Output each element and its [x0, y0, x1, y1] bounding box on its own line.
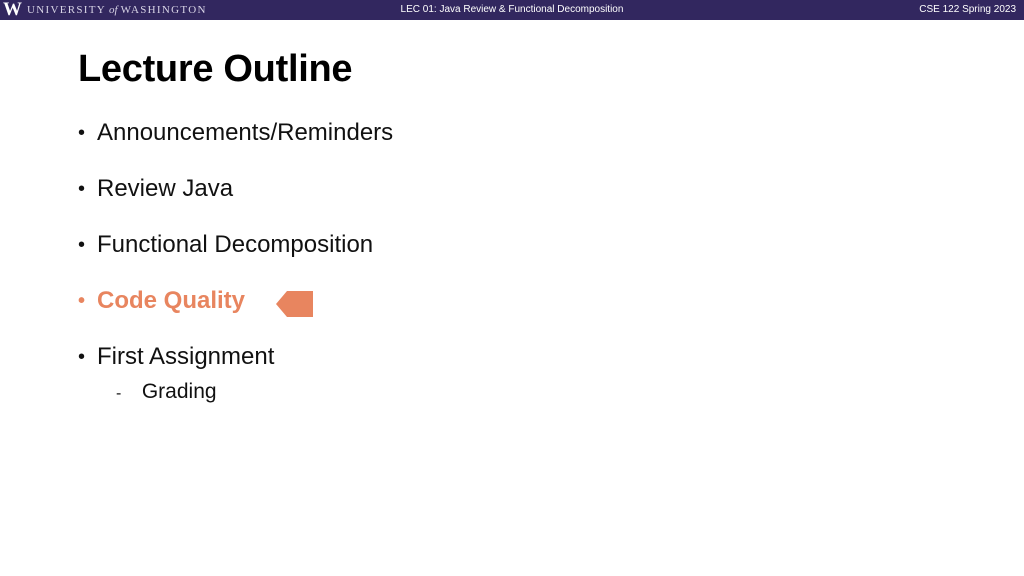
current-section-marker: [276, 291, 313, 317]
bullet-icon: •: [78, 234, 86, 256]
header-bar: W UNIVERSITY of WASHINGTON LEC 01: Java Re…: [0, 0, 1024, 20]
outline-item-first-assignment: • First Assignment: [78, 343, 275, 370]
outline-item-code-quality: • Code Quality: [78, 287, 246, 314]
dash-bullet-icon: -: [116, 385, 122, 402]
slide-title: Lecture Outline: [78, 48, 353, 90]
arrow-left-icon: [276, 291, 313, 317]
course-term: CSE 122 Spring 2023: [919, 4, 1016, 15]
bullet-icon: •: [78, 178, 86, 200]
lecture-title: LEC 01: Java Review & Functional Decompo…: [400, 4, 624, 15]
bullet-icon: •: [78, 290, 86, 312]
outline-subitem-grading: - Grading: [116, 379, 217, 407]
bullet-icon: •: [78, 346, 86, 368]
outline-item-functional-decomposition: • Functional Decomposition: [78, 231, 374, 258]
outline-item-review-java: • Review Java: [78, 175, 234, 202]
bullet-icon: •: [78, 122, 86, 144]
outline-item-announcements: • Announcements/Reminders: [78, 119, 394, 146]
